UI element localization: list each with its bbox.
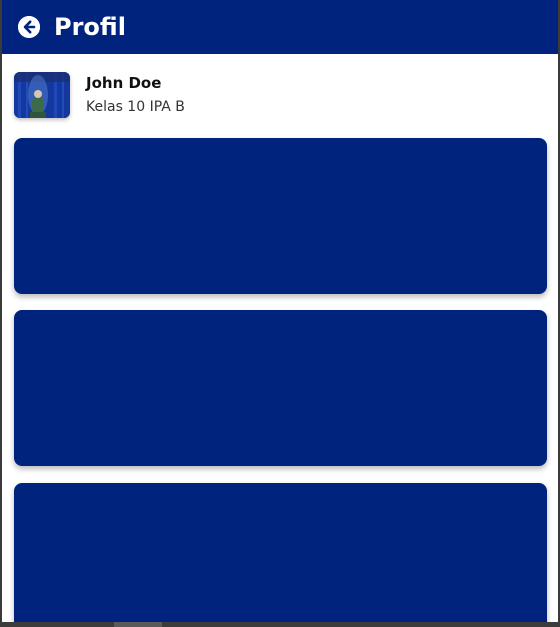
avatar xyxy=(14,72,70,118)
profile-summary: John Doe Kelas 10 IPA B xyxy=(14,72,544,120)
app-bar: Profil xyxy=(2,0,558,54)
info-card-3[interactable] xyxy=(14,483,547,627)
user-photo xyxy=(14,72,70,118)
student-name: John Doe xyxy=(86,74,162,92)
app-frame: Profil John Doe Kelas 10 IPA B xyxy=(0,0,560,627)
back-button[interactable] xyxy=(18,16,40,38)
page-title: Profil xyxy=(54,13,126,41)
student-class: Kelas 10 IPA B xyxy=(86,99,185,115)
info-card-1[interactable] xyxy=(14,138,547,294)
scrollbar-thumb[interactable] xyxy=(114,622,162,627)
info-card-2[interactable] xyxy=(14,310,547,466)
horizontal-scrollbar[interactable] xyxy=(0,622,560,627)
arrow-left-circle-icon xyxy=(18,16,40,38)
